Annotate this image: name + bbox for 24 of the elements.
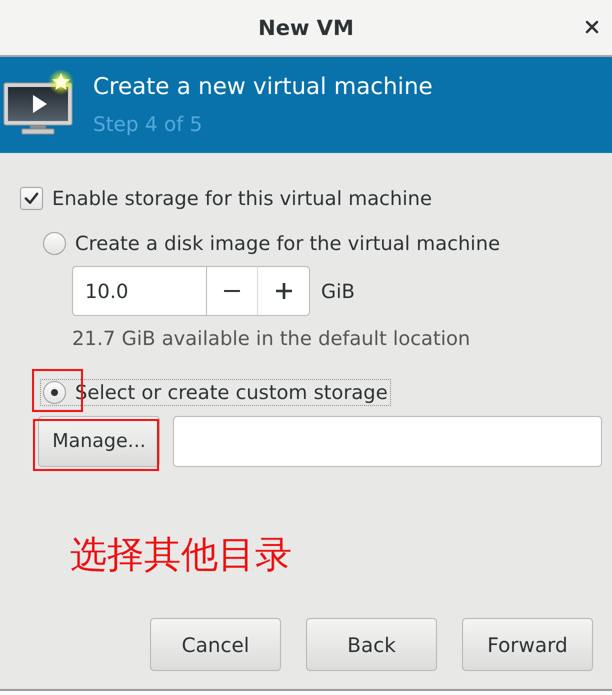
minus-icon: [224, 290, 240, 292]
checkbox-label: Enable storage for this virtual machine: [52, 187, 432, 210]
option-label: Create a disk image for the virtual machine: [75, 232, 500, 255]
storage-path-field[interactable]: [173, 416, 602, 466]
wizard-title: Create a new virtual machine: [93, 73, 433, 102]
annotation-text: 选择其他目录: [70, 533, 292, 577]
size-input[interactable]: 10.0: [72, 266, 206, 316]
close-icon: [585, 20, 599, 34]
radio-button[interactable]: [43, 232, 66, 255]
plus-icon: [276, 283, 292, 299]
monitor-icon: [3, 69, 75, 135]
wizard-button[interactable]: Cancel: [150, 618, 281, 671]
manage-button[interactable]: Manage...: [38, 416, 160, 466]
wizard-button[interactable]: Back: [306, 618, 437, 671]
increment-button[interactable]: [258, 266, 310, 316]
unit-label: GiB: [321, 280, 355, 302]
step-text: Step 4 of 5: [93, 111, 204, 138]
checkbox[interactable]: [20, 187, 43, 210]
window-title: New VM: [258, 16, 354, 40]
checkmark-icon: [23, 190, 40, 207]
available-space-text: 21.7 GiB available in the default location: [72, 327, 470, 351]
wizard-button[interactable]: Forward: [462, 618, 593, 671]
close-button[interactable]: [584, 19, 600, 35]
radio-button[interactable]: [43, 381, 66, 404]
